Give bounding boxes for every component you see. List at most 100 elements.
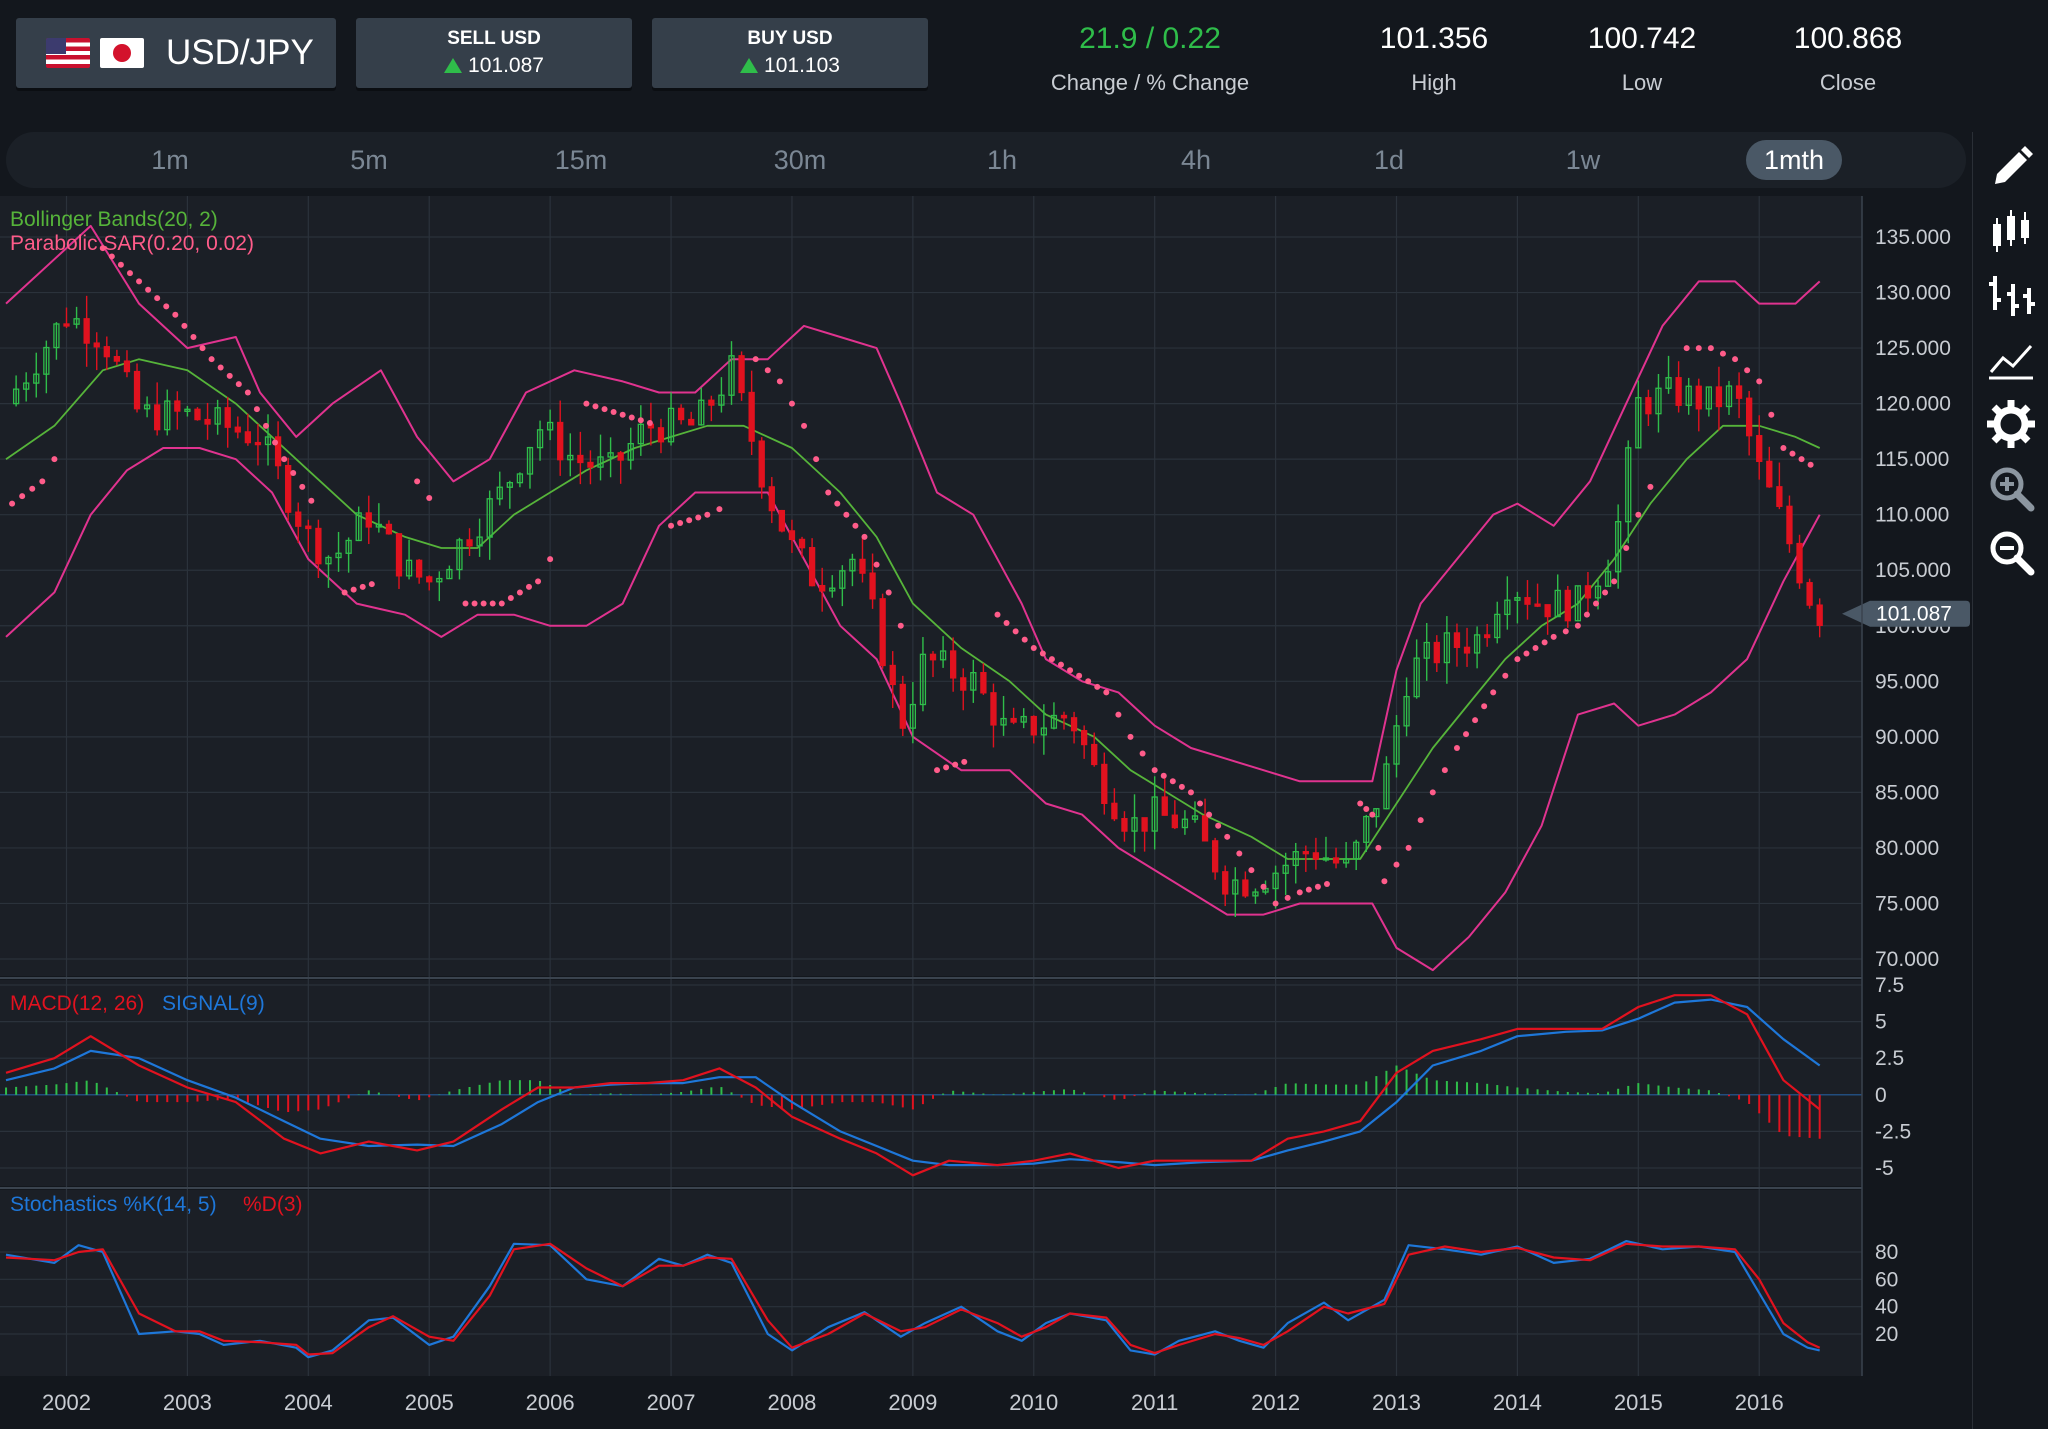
sar-dot [1756,378,1763,385]
candle-body [315,527,322,565]
sar-dot [1635,511,1642,518]
candle-body [819,584,826,592]
up-arrow-icon [444,58,463,73]
sar-dot [1550,633,1557,640]
high-value: 101.356 [1379,22,1489,55]
sar-dot [535,578,542,585]
candle-body [990,692,997,726]
price-chart[interactable]: 2002 2003 2004 2005 2006 2007 2008 2009 2010 2011… [0,196,1970,1429]
candle-body [1796,542,1803,584]
pencil-icon[interactable] [1985,142,2037,194]
candle-body [980,672,987,694]
buy-button[interactable]: BUY USD 101.103 [652,18,928,88]
sar-dot [1695,345,1702,352]
candle-body [899,683,906,729]
candle-body [1201,815,1209,842]
sar-dot [1417,817,1424,824]
bars-icon[interactable] [1985,270,2037,322]
zoom-in-icon[interactable] [1985,462,2037,514]
macd-y-tick-label: 2.5 [1875,1047,1904,1070]
tab-1w[interactable]: 1w [1553,140,1613,180]
sar-dot [1224,833,1231,840]
candle-body [1806,582,1813,606]
candle-body [1010,717,1017,723]
candle-body [677,407,685,421]
candle-body [1332,857,1340,864]
candle-body [1484,634,1491,639]
candle-body [778,509,786,532]
sar-dot [1369,811,1376,818]
candle-body [1111,802,1118,820]
tab-1h[interactable]: 1h [972,140,1032,180]
sar-dot [1272,900,1279,907]
candle-body [113,356,121,362]
sar-dot [716,506,723,513]
sar-dot [263,422,269,429]
x-tick-label: 2002 [42,1390,91,1415]
sar-dot [516,589,523,596]
change-value: 21.9 / 0.22 [1079,22,1221,55]
y-tick-label: 70.000 [1875,948,1939,971]
candle-body [1101,763,1108,805]
sar-dot [462,600,469,607]
y-tick-label: 130.000 [1875,282,1951,305]
sar-dot [646,420,653,427]
candle-body [758,440,765,488]
candle-body [929,653,937,661]
sar-dot [628,414,635,421]
sar-dot [1719,350,1726,357]
tab-1d[interactable]: 1d [1359,140,1419,180]
candle-body [285,464,292,513]
sar-dot [1744,367,1751,374]
sar-dot [677,520,684,527]
sar-dot [525,583,532,590]
sell-label: SELL USD [447,28,541,49]
tab-5m[interactable]: 5m [339,140,399,180]
candle-body [305,525,312,530]
sar-dot [801,422,808,429]
sar-dot [1780,445,1787,452]
sar-dot [592,403,599,410]
top-bar: USD/JPY SELL USD 101.087 BUY USD 101.103… [0,0,2048,118]
sar-dot [1094,683,1101,690]
macd-y-tick-label: 7.5 [1875,974,1904,997]
sar-dot [1314,883,1321,890]
candlestick-icon[interactable] [1985,206,2037,258]
sar-dot [1160,772,1167,779]
close-stat: 100.868 Close [1748,22,1948,96]
tab-30m[interactable]: 30m [760,140,840,180]
candle-body [1776,486,1783,507]
gear-icon[interactable] [1985,398,2037,450]
candle-body [244,431,252,444]
sell-button[interactable]: SELL USD 101.087 [356,18,632,88]
sar-dot [547,556,554,563]
candle-body [657,427,665,443]
x-tick-label: 2015 [1614,1390,1663,1415]
candle-body [889,664,896,686]
sar-dot [507,595,514,601]
tab-1m[interactable]: 1m [140,140,200,180]
y-tick-label: 110.000 [1875,504,1949,527]
y-tick-label: 90.000 [1875,726,1939,749]
timeframe-bar: 1m 5m 15m 30m 1h 4h 1d 1w 1mth [6,132,1966,188]
tab-15m[interactable]: 15m [541,140,621,180]
currency-pair-selector[interactable]: USD/JPY [16,18,336,88]
tab-1mth[interactable]: 1mth [1746,140,1842,180]
zoom-out-icon[interactable] [1985,526,2037,578]
candle-body [174,400,181,412]
close-value: 100.868 [1793,22,1903,55]
candle-body [1030,715,1037,736]
tab-4h[interactable]: 4h [1166,140,1226,180]
candle-body [254,441,262,446]
stoch-y-tick-label: 60 [1875,1268,1898,1291]
sar-dot [181,322,188,329]
candle-body [365,512,372,528]
candle-body [154,404,161,431]
low-stat: 100.742 Low [1542,22,1742,96]
line-chart-icon[interactable] [1985,334,2037,386]
sar-dot [1393,861,1400,868]
sar-dot [226,372,233,379]
sar-dot [426,495,433,502]
sar-dot [308,497,315,504]
buy-price: 101.103 [764,54,840,77]
